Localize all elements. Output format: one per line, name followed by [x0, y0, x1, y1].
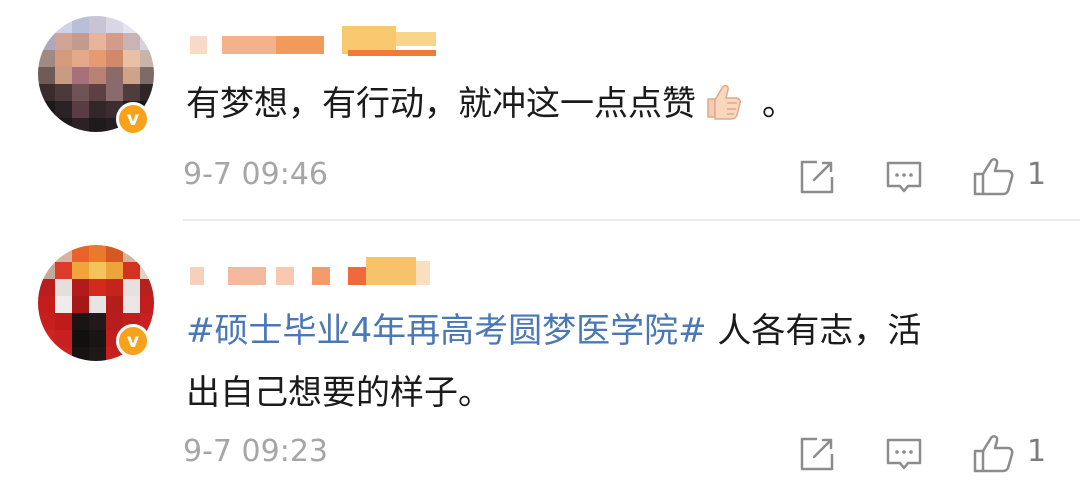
comment-body-cont: 出自己想要的样子。: [186, 373, 492, 413]
like-icon[interactable]: [972, 434, 1014, 474]
share-icon[interactable]: [797, 157, 837, 197]
verified-badge-icon: v: [116, 102, 150, 136]
comment-icon[interactable]: [884, 434, 924, 474]
comment-text: #硕士毕业4年再高考圆梦医学院# 人各有志，活 出自己想要的样子。: [186, 300, 1020, 424]
share-icon[interactable]: [797, 434, 837, 474]
thumbs-up-emoji-icon: [700, 79, 744, 123]
comment-trailing: 。: [762, 84, 796, 124]
comment-text: 有梦想，有行动，就冲这一点点赞 。: [186, 73, 1020, 135]
comment-item: v 有梦想，有行动，就冲这一点点赞 。 9-7 09:46 1: [0, 0, 1080, 221]
like-count: 1: [1027, 434, 1047, 469]
verified-badge-icon: v: [116, 324, 150, 358]
comment-item: v #硕士毕业4年再高考圆梦医学院# 人各有志，活 出自己想要的样子。 9-7 …: [0, 221, 1080, 493]
comment-body: 人各有志，活: [706, 311, 922, 351]
hashtag-link[interactable]: #硕士毕业4年再高考圆梦医学院#: [186, 311, 707, 351]
comment-icon[interactable]: [884, 157, 924, 197]
comment-body: 有梦想，有行动，就冲这一点点赞: [186, 84, 696, 124]
timestamp: 9-7 09:46: [183, 157, 328, 192]
like-icon[interactable]: [972, 157, 1014, 197]
timestamp: 9-7 09:23: [183, 434, 328, 469]
like-count: 1: [1027, 157, 1047, 192]
